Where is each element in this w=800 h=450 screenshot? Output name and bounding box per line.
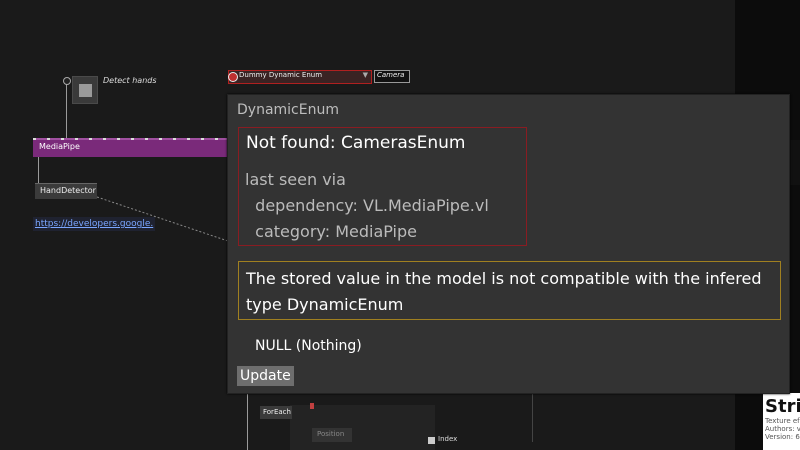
enum-node-label: Dummy Dynamic Enum: [239, 71, 323, 79]
warning-box: The stored value in the model is not com…: [238, 261, 781, 320]
card-line: Version: 6: [765, 433, 800, 441]
card-title: Strid: [765, 396, 800, 417]
position-node[interactable]: Position: [312, 428, 352, 442]
mediapipe-node-label: MediaPipe: [39, 142, 80, 151]
toggle-indicator: [79, 84, 92, 97]
wire: [38, 155, 39, 185]
camera-label: Camera: [377, 71, 405, 79]
category-line: category: MediaPipe: [245, 222, 417, 241]
warning-message: The stored value in the model is not com…: [246, 269, 762, 314]
card-line: Authors: v: [765, 425, 800, 433]
error-box: Not found: CamerasEnum last seen via dep…: [238, 127, 527, 246]
null-value: NULL (Nothing): [255, 338, 362, 354]
card-line: Texture ef: [765, 417, 800, 425]
camera-iobox[interactable]: Camera: [374, 70, 410, 83]
update-button[interactable]: Update: [237, 366, 294, 386]
position-label: Position: [317, 430, 345, 438]
wire: [247, 392, 248, 450]
index-pin[interactable]: [428, 437, 435, 444]
dummy-dynamic-enum-node[interactable]: Dummy Dynamic Enum ▼: [228, 70, 372, 84]
dynamic-enum-tooltip: DynamicEnum Not found: CamerasEnum last …: [227, 94, 790, 394]
wire: [66, 82, 67, 140]
package-card[interactable]: Strid Texture ef Authors: v Version: 6: [763, 393, 800, 450]
wire-dashed: [96, 196, 229, 242]
last-seen-line: last seen via: [245, 170, 346, 189]
error-icon: [228, 72, 238, 82]
wire: [532, 392, 533, 442]
handdetector-node[interactable]: HandDetector: [35, 183, 97, 199]
index-label: Index: [438, 435, 458, 443]
dependency-line: dependency: VL.MediaPipe.vl: [245, 196, 489, 215]
foreach-label: ForEach: [263, 408, 291, 416]
region-pin[interactable]: [310, 403, 314, 409]
detect-hands-toggle[interactable]: [72, 76, 98, 104]
toggle-label: Detect hands: [103, 76, 157, 85]
tooltip-title: DynamicEnum: [237, 102, 339, 118]
toggle-output-pin[interactable]: [63, 77, 71, 85]
chevron-down-icon[interactable]: ▼: [363, 71, 368, 79]
node-pins: [33, 138, 238, 140]
not-found-message: Not found: CamerasEnum: [246, 133, 466, 153]
foreach-node[interactable]: ForEach: [260, 406, 292, 419]
mediapipe-node[interactable]: MediaPipe: [33, 138, 238, 157]
handdetector-node-label: HandDetector: [40, 186, 96, 195]
last-seen-info: last seen via dependency: VL.MediaPipe.v…: [245, 167, 489, 245]
